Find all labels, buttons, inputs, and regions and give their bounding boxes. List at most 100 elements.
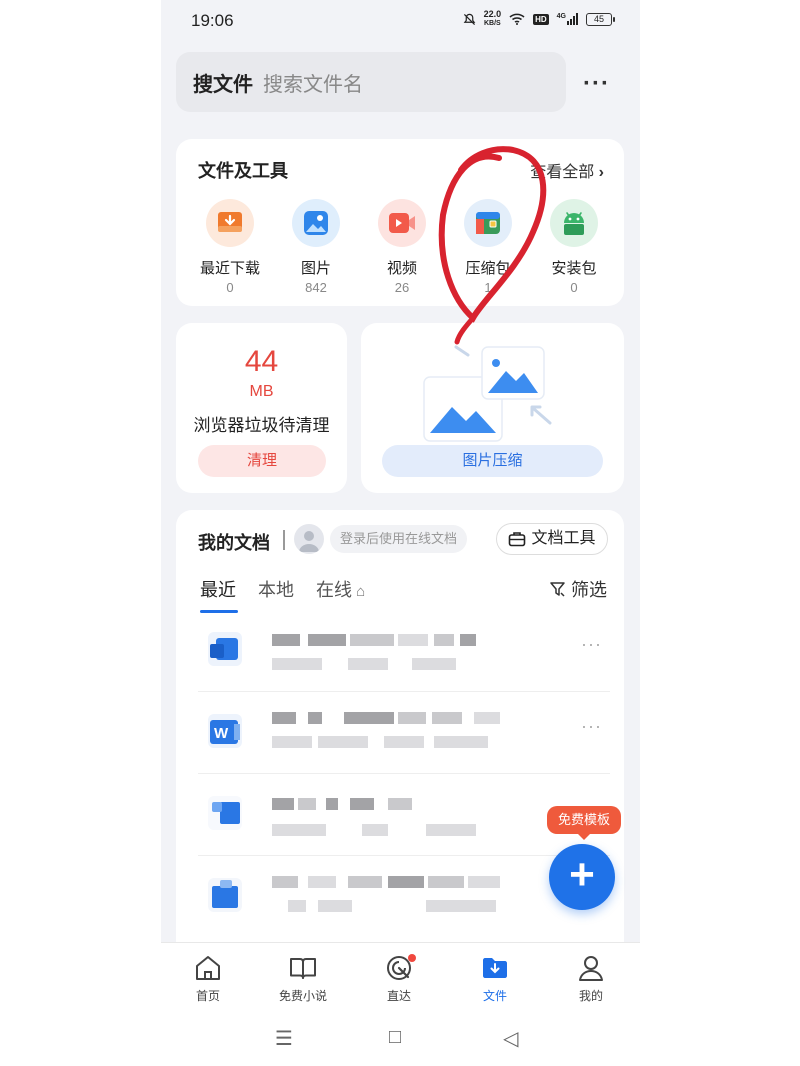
tool-count: 0 <box>226 280 234 295</box>
tool-images[interactable]: 图片 842 <box>276 199 356 295</box>
tool-count: 842 <box>305 280 327 295</box>
home-button[interactable]: □ <box>389 1026 401 1049</box>
clean-button[interactable]: 清理 <box>198 445 326 477</box>
login-hint[interactable]: 登录后使用在线文档 <box>330 525 468 553</box>
filter-button[interactable]: 筛选 <box>549 576 607 602</box>
files-tools-card: 文件及工具 查看全部 › 最近下载 0 图片 842 视频 26 压缩包 1 安… <box>176 139 624 306</box>
add-button[interactable]: + <box>549 844 615 910</box>
hd-badge: HD <box>533 13 549 25</box>
status-bar: 19:06 22.0 KB/S HD 4G 45 <box>161 0 640 42</box>
nav-label: 文件 <box>482 989 507 1003</box>
nav-free-novels[interactable]: 免费小说 <box>265 953 341 1004</box>
image-compress-button[interactable]: 图片压缩 <box>382 445 603 477</box>
tool-recent-downloads[interactable]: 最近下载 0 <box>190 199 270 295</box>
tool-name: 视频 <box>386 260 417 277</box>
signal-label: 4G <box>556 13 566 20</box>
tab-online[interactable]: 在线 ⌂ <box>316 576 365 602</box>
nav-files[interactable]: 文件 <box>457 953 533 1004</box>
free-template-badge[interactable]: 免费模板 <box>547 806 621 840</box>
junk-description: 浏览器垃圾待清理 <box>193 416 330 435</box>
download-icon <box>206 199 254 247</box>
word-doc-icon <box>206 628 246 668</box>
cloud-folder-icon: ⌂ <box>352 583 366 600</box>
mute-bell-icon <box>463 13 475 25</box>
doc-file-icon <box>206 792 246 832</box>
net-speed-value: 22.0 <box>483 9 502 19</box>
toolbox-icon <box>509 532 526 547</box>
filter-icon <box>550 582 565 597</box>
notification-dot <box>408 954 416 962</box>
tool-name: 压缩包 <box>465 260 511 277</box>
net-speed-unit: KB/S <box>483 20 501 27</box>
word-doc-icon: W <box>206 710 246 750</box>
nav-label: 首页 <box>195 989 220 1003</box>
bottom-navigation: 首页 免费小说 直达 文件 我的 <box>161 942 640 1012</box>
system-navigation-bar: ☰ □ ◁ <box>161 1012 640 1066</box>
tab-recent[interactable]: 最近 <box>200 576 238 613</box>
nav-label: 直达 <box>386 989 411 1003</box>
search-bar[interactable]: 搜文件 搜索文件名 <box>176 52 566 112</box>
book-icon <box>290 958 316 979</box>
video-icon <box>378 199 426 247</box>
tool-count: 1 <box>484 280 492 295</box>
android-icon <box>550 199 598 247</box>
document-row[interactable]: W ··· <box>198 692 610 774</box>
image-compress-card[interactable]: 图片压缩 <box>361 323 624 493</box>
home-icon <box>196 956 220 980</box>
row-more-button[interactable]: ··· <box>581 634 602 655</box>
view-all-link[interactable]: 查看全部 › <box>530 158 604 182</box>
recent-apps-button[interactable]: ☰ <box>275 1026 293 1051</box>
filter-label: 筛选 <box>571 580 607 600</box>
tool-count: 0 <box>570 280 578 295</box>
docs-title: 我的文档 <box>198 533 270 553</box>
default-avatar-icon <box>299 531 319 552</box>
junk-clean-card[interactable]: 44 MB 浏览器垃圾待清理 清理 <box>176 323 347 493</box>
row-more-button[interactable]: ··· <box>581 716 602 737</box>
status-icons: 22.0 KB/S HD 4G 45 <box>463 10 615 28</box>
signal-icon: 4G <box>557 13 578 25</box>
view-all-label: 查看全部 <box>530 164 595 181</box>
docs-tabs: 最近 本地 在线 ⌂ <box>200 576 365 613</box>
tool-apks[interactable]: 安装包 0 <box>534 199 614 295</box>
tool-videos[interactable]: 视频 26 <box>362 199 442 295</box>
tab-online-label: 在线 <box>316 580 352 600</box>
nav-direct[interactable]: 直达 <box>361 953 437 1004</box>
folder-icon <box>483 958 507 978</box>
junk-size-value: 44 <box>244 345 279 378</box>
document-tools-label: 文档工具 <box>531 530 596 547</box>
tool-name: 图片 <box>300 260 331 277</box>
tools-card-title: 文件及工具 <box>198 161 288 181</box>
archive-icon <box>464 199 512 247</box>
tool-archives[interactable]: 压缩包 1 <box>448 199 528 295</box>
svg-text:W: W <box>214 725 229 742</box>
tool-name: 安装包 <box>551 260 597 277</box>
document-tools-button[interactable]: 文档工具 <box>496 523 608 555</box>
document-row[interactable] <box>198 856 610 938</box>
status-time: 19:06 <box>191 11 234 30</box>
title-divider <box>283 530 285 550</box>
tool-name: 最近下载 <box>199 260 260 277</box>
chevron-right-icon: › <box>598 164 604 181</box>
avatar[interactable] <box>294 524 324 554</box>
search-label: 搜文件 <box>193 73 253 96</box>
phone-screen: 19:06 22.0 KB/S HD 4G 45 搜文件 搜索文件名 ··· 文… <box>161 0 640 1066</box>
nav-label: 免费小说 <box>278 989 327 1003</box>
search-input[interactable]: 搜索文件名 <box>263 68 363 97</box>
wifi-icon <box>509 13 525 25</box>
net-speed: 22.0 KB/S <box>484 10 502 28</box>
tool-count: 26 <box>394 280 410 295</box>
tab-local[interactable]: 本地 <box>258 576 294 602</box>
nav-home[interactable]: 首页 <box>170 953 246 1004</box>
image-compress-illustration <box>423 345 552 442</box>
nav-profile[interactable]: 我的 <box>553 953 629 1004</box>
battery-icon: 45 <box>586 12 615 26</box>
document-row[interactable]: ··· <box>198 610 610 692</box>
more-options-button[interactable]: ··· <box>583 70 610 98</box>
image-icon <box>292 199 340 247</box>
battery-level: 45 <box>593 13 604 24</box>
junk-size-unit: MB <box>249 383 274 400</box>
profile-icon <box>579 956 603 981</box>
back-button[interactable]: ◁ <box>503 1026 518 1051</box>
doc-file-icon <box>206 874 246 914</box>
nav-label: 我的 <box>578 989 603 1003</box>
